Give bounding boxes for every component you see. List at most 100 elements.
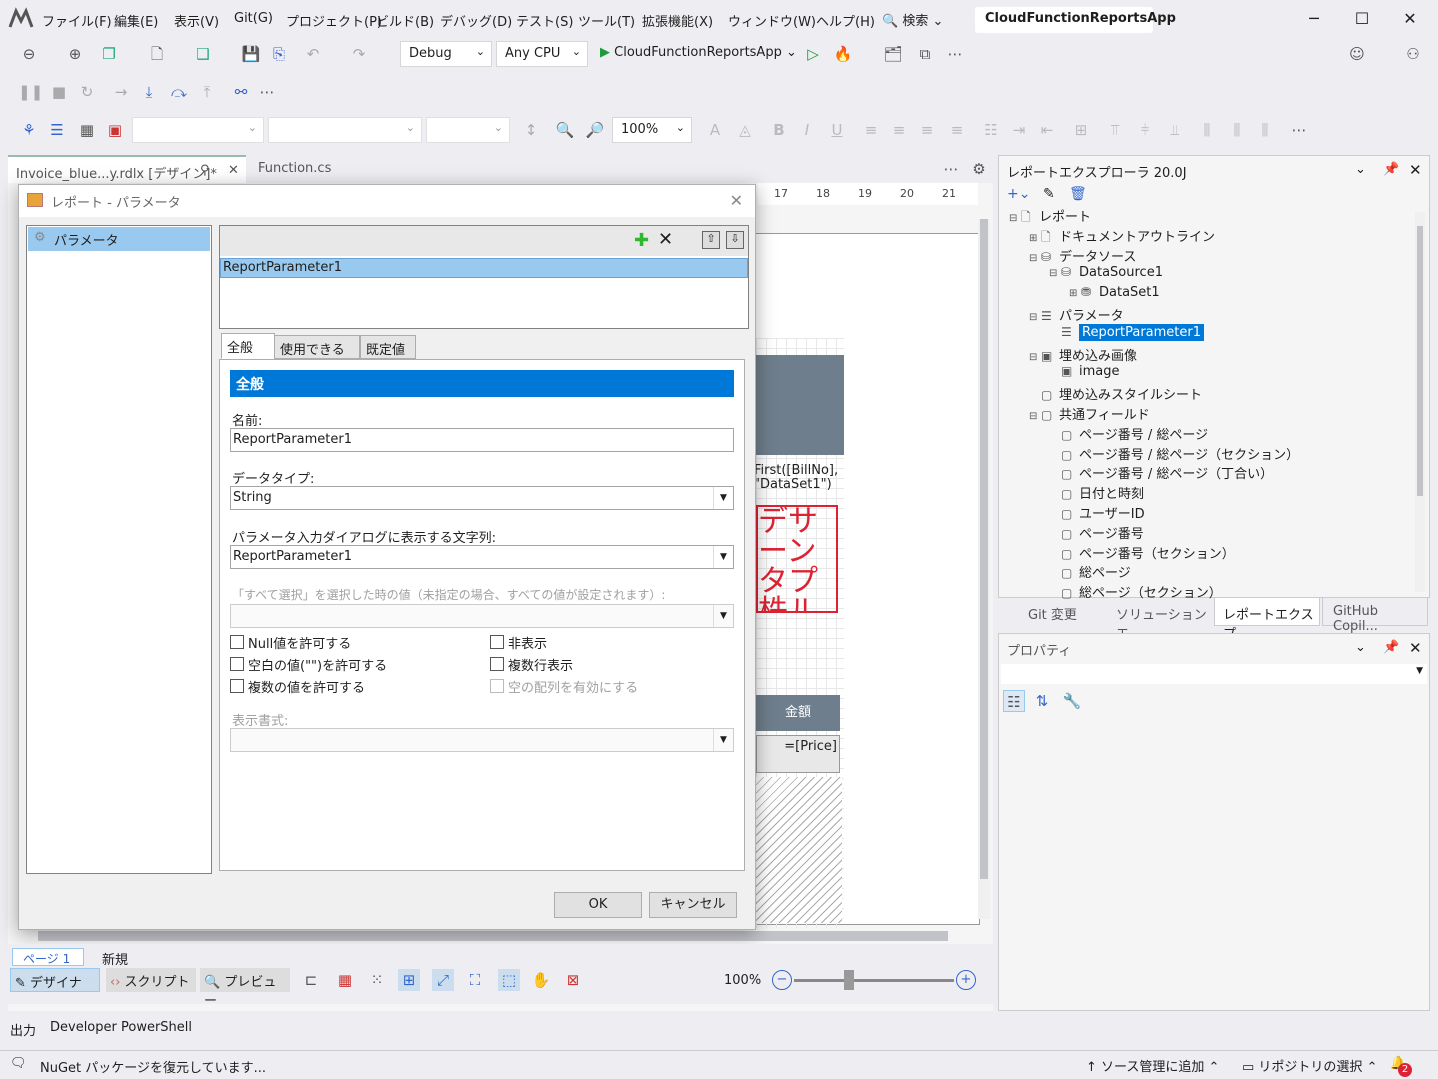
menu-item[interactable]: ツール(T) <box>578 11 635 30</box>
add-to-source-control-button[interactable]: ↑ ソース管理に追加 ⌃ <box>1086 1056 1219 1075</box>
hidden-checkbox[interactable] <box>490 635 504 649</box>
bullet-list-icon[interactable]: ☷ <box>980 119 1002 141</box>
zoom-out-icon[interactable]: − <box>772 970 792 990</box>
category-item-parameters[interactable]: ⚙ パラメータ <box>28 227 210 251</box>
menu-item[interactable]: テスト(S) <box>516 11 573 30</box>
grid-icon[interactable]: ▦ <box>334 969 356 991</box>
tree-node[interactable]: ⊟ ⛁ DataSource1 <box>1049 265 1163 280</box>
tab-developer-powershell[interactable]: Developer PowerShell <box>50 1020 192 1035</box>
diagnostics-icon[interactable]: ⚯ <box>230 81 252 103</box>
line-spacing-icon[interactable]: ↕ <box>520 119 542 141</box>
stop-icon[interactable]: ■ <box>48 81 70 103</box>
ruler-icon[interactable]: ⊏ <box>300 969 322 991</box>
vertical-scrollbar[interactable] <box>978 219 990 919</box>
tab-general[interactable]: 全般 <box>221 333 275 359</box>
close-icon[interactable]: ✕ <box>228 163 239 178</box>
select-icon[interactable]: ⬚ <box>498 969 520 991</box>
tree-node[interactable]: ☰ ReportParameter1 <box>1049 323 1204 341</box>
step-out-icon[interactable]: ⤒ <box>196 81 218 103</box>
hand-icon[interactable]: ✋ <box>530 969 552 991</box>
menu-item[interactable]: ビルド(B) <box>376 11 434 30</box>
menu-item[interactable]: ヘルプ(H) <box>816 11 875 30</box>
tab-new-page[interactable]: 新規 <box>102 949 128 968</box>
indent-icon[interactable]: ⇥ <box>1008 119 1030 141</box>
hot-reload-icon[interactable]: 🔥 <box>832 43 854 65</box>
prompt-select[interactable]: ReportParameter1 ▼ <box>230 545 734 569</box>
tab-default-values[interactable]: 既定値 <box>360 335 416 359</box>
tab-git-changes[interactable]: Git 変更 <box>1028 598 1108 626</box>
zoom-dropdown[interactable]: 100% ⌄ <box>612 117 692 143</box>
configuration-dropdown[interactable]: Debug ⌄ <box>400 41 492 67</box>
tree-node[interactable]: ▢ ページ番号 / 総ページ（セクション） <box>1049 444 1299 463</box>
maximize-button[interactable]: ☐ <box>1342 6 1382 32</box>
zoom-in-icon[interactable]: + <box>956 970 976 990</box>
parameter-item[interactable]: ReportParameter1 <box>220 258 748 278</box>
find-in-files-icon[interactable]: 🗂 <box>882 43 904 65</box>
close-icon[interactable]: ✕ <box>1409 639 1422 657</box>
expand-toggle-icon[interactable]: ⊟ <box>1029 312 1041 323</box>
amount-header[interactable]: 金額 <box>756 695 840 731</box>
tree-node[interactable]: ▢ ページ番号 / 総ページ <box>1049 424 1208 443</box>
layers-icon[interactable]: ☰ <box>46 119 68 141</box>
zoom-in-icon[interactable]: 🔎 <box>584 119 606 141</box>
undo-icon[interactable]: ↶ <box>302 43 324 65</box>
same-height-icon[interactable]: ⫼ <box>1226 119 1248 141</box>
step-over-icon[interactable]: ⤼ <box>168 81 190 103</box>
delete-icon[interactable]: 🗑 <box>1069 186 1087 202</box>
pin-icon[interactable]: 📌 <box>1383 162 1399 177</box>
tab-report-explorer[interactable]: レポートエクスプ... <box>1214 598 1320 642</box>
expand-toggle-icon[interactable]: ⊟ <box>1029 253 1041 264</box>
notification-icon[interactable]: 🗨 <box>10 1056 27 1071</box>
preview-mode-button[interactable]: 🔍 プレビュー <box>200 968 290 1009</box>
select-repository-button[interactable]: ▭ リポジトリの選択 ⌃ <box>1242 1056 1377 1075</box>
tab-page-1[interactable]: ページ 1 <box>12 948 84 966</box>
align-middle-icon[interactable]: ⫩ <box>1134 119 1156 141</box>
library-icon[interactable]: ▦ <box>76 119 98 141</box>
zoom-slider-thumb[interactable] <box>844 970 854 990</box>
zoom-slider-track[interactable] <box>794 979 954 982</box>
forward-icon[interactable]: ⊕ <box>64 43 86 65</box>
pin-icon[interactable]: ⚲ <box>200 163 210 178</box>
align-top-icon[interactable]: ⫪ <box>1104 119 1126 141</box>
tab-function-cs[interactable]: Function.cs <box>250 155 340 183</box>
style-dropdown[interactable]: ⌄ <box>268 117 422 143</box>
save-icon[interactable]: 💾 <box>240 43 262 65</box>
report-icon[interactable]: ▣ <box>104 119 126 141</box>
close-icon[interactable]: ✕ <box>730 191 743 210</box>
tab-output[interactable]: 出力 <box>10 1020 36 1039</box>
edit-icon[interactable]: ✎ <box>1043 186 1055 202</box>
run-button[interactable]: ▶ CloudFunctionReportsApp ⌄ <box>600 45 797 60</box>
expand-toggle-icon[interactable]: ⊞ <box>1029 233 1041 244</box>
tab-invoice-design[interactable]: Invoice_blue...y.rdlx [デザイン]* ⚲ ✕ <box>8 155 246 183</box>
background-color-icon[interactable]: ◬ <box>734 119 756 141</box>
show-next-statement-icon[interactable]: → <box>110 81 132 103</box>
same-width-icon[interactable]: ⫼ <box>1196 119 1218 141</box>
horizontal-scrollbar[interactable] <box>38 931 948 941</box>
tree-node[interactable]: ▢ ページ番号 / 総ページ（丁合い） <box>1049 463 1273 482</box>
more-icon[interactable]: ⋯ <box>944 43 966 65</box>
menu-item[interactable]: ファイル(F) <box>42 11 112 30</box>
align-bottom-icon[interactable]: ⫫ <box>1164 119 1186 141</box>
move-up-icon[interactable]: ⇧ <box>702 231 720 249</box>
align-right-icon[interactable]: ≡ <box>916 119 938 141</box>
tab-github-copilot[interactable]: GitHub Copil... <box>1322 598 1428 634</box>
tree-node[interactable]: ⊟ ▣ 埋め込み画像 <box>1029 345 1137 364</box>
font-color-icon[interactable]: A <box>704 119 726 141</box>
menu-item[interactable]: ウィンドウ(W) <box>728 11 816 30</box>
pin-icon[interactable]: 📌 <box>1383 640 1399 655</box>
font-size-dropdown[interactable]: ⌄ <box>426 117 510 143</box>
alphabetical-icon[interactable]: ⇅ <box>1031 690 1053 712</box>
italic-icon[interactable]: I <box>796 119 818 141</box>
restart-icon[interactable]: ↻ <box>76 81 98 103</box>
report-tree-icon[interactable]: ⚘ <box>18 119 40 141</box>
script-mode-button[interactable]: ‹› スクリプト <box>106 968 196 992</box>
new-project-icon[interactable]: ❐ <box>98 43 120 65</box>
dots-icon[interactable]: ⁙ <box>366 969 388 991</box>
tree-node[interactable]: ▢ ページ番号 <box>1049 523 1144 542</box>
redo-icon[interactable]: ↷ <box>348 43 370 65</box>
font-name-dropdown[interactable]: ⌄ <box>132 117 264 143</box>
ok-button[interactable]: OK <box>554 892 642 918</box>
justify-icon[interactable]: ≡ <box>946 119 968 141</box>
tree-node[interactable]: ▢ ユーザーID <box>1049 503 1145 522</box>
align-left-icon[interactable]: ≡ <box>860 119 882 141</box>
